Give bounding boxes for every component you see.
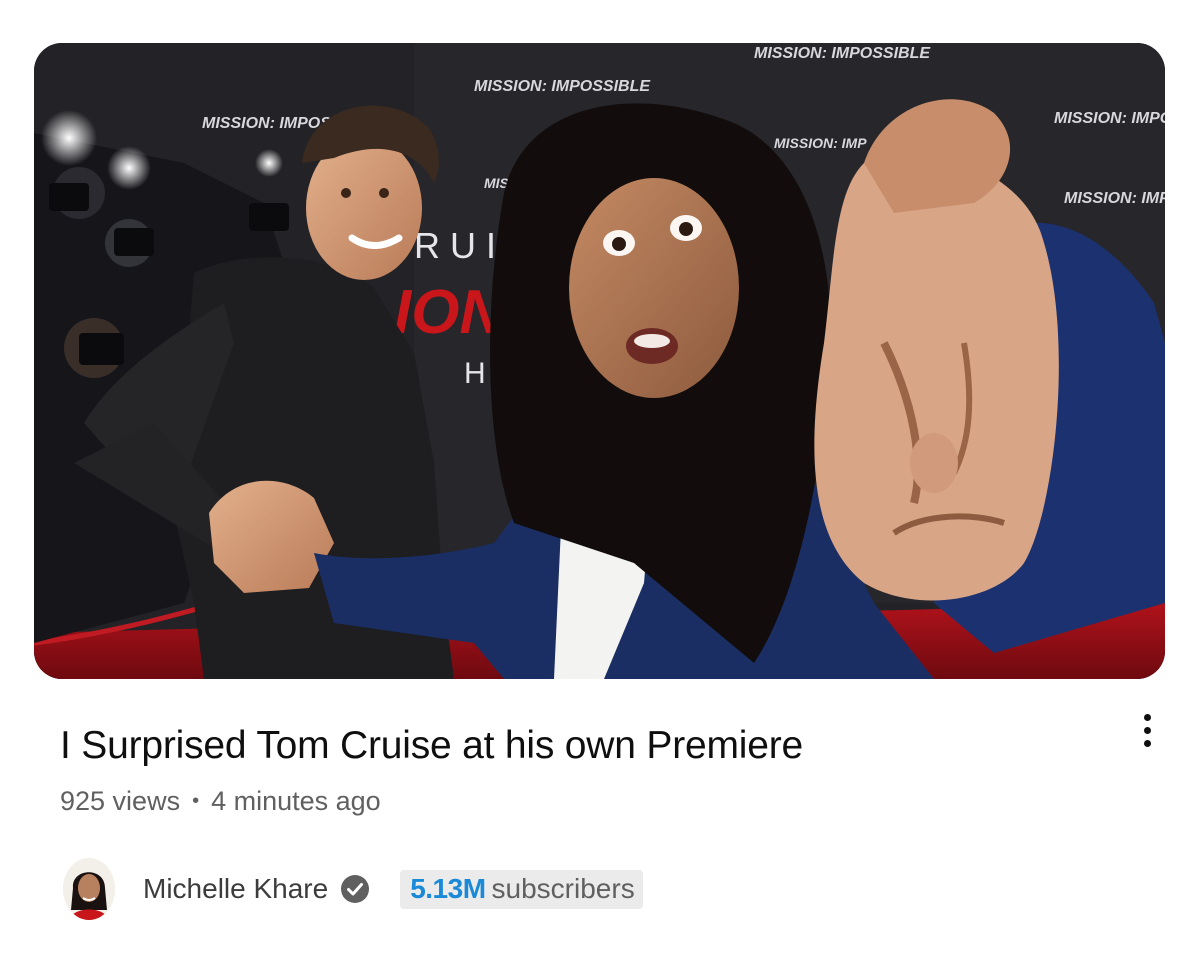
meta-separator: • [192, 790, 200, 812]
more-vert-icon [1143, 713, 1151, 721]
avatar-image [63, 858, 115, 920]
more-vert-icon-dot [1143, 726, 1151, 734]
video-thumbnail[interactable]: MISSION: IMPOSSIBLE MISSION: IMPOSSIBLE … [34, 43, 1165, 679]
subscriber-count: 5.13M [410, 872, 486, 904]
channel-avatar[interactable] [63, 858, 115, 920]
subscriber-label: subscribers [491, 872, 635, 904]
thumbnail-image: MISSION: IMPOSSIBLE MISSION: IMPOSSIBLE … [34, 43, 1165, 679]
more-options-button[interactable] [1126, 704, 1168, 756]
svg-text:MISSION: IMPOSSIBLE: MISSION: IMPOSSIBLE [1054, 110, 1165, 127]
more-vert-icon-dot [1143, 739, 1151, 747]
svg-text:MISSION: IMPOSSIBLE: MISSION: IMPOSSIBLE [754, 45, 931, 62]
channel-row: Michelle Khare 5.13M subscribers [63, 857, 643, 921]
view-count: 925 views [60, 786, 181, 816]
verified-check-icon [341, 875, 370, 903]
video-metadata: 925 views • 4 minutes ago [60, 786, 381, 817]
svg-text:MISSION: IMPOSSIBLE: MISSION: IMPOSSIBLE [474, 78, 651, 95]
published-time: 4 minutes ago [211, 786, 381, 816]
svg-text:MISSION: IMP: MISSION: IMP [774, 135, 867, 151]
subscriber-badge: 5.13M subscribers [400, 869, 643, 909]
video-title[interactable]: I Surprised Tom Cruise at his own Premie… [60, 722, 803, 770]
svg-text:MISSION: IMPOSSIBLE: MISSION: IMPOSSIBLE [1064, 190, 1165, 207]
channel-name[interactable]: Michelle Khare [143, 873, 328, 905]
